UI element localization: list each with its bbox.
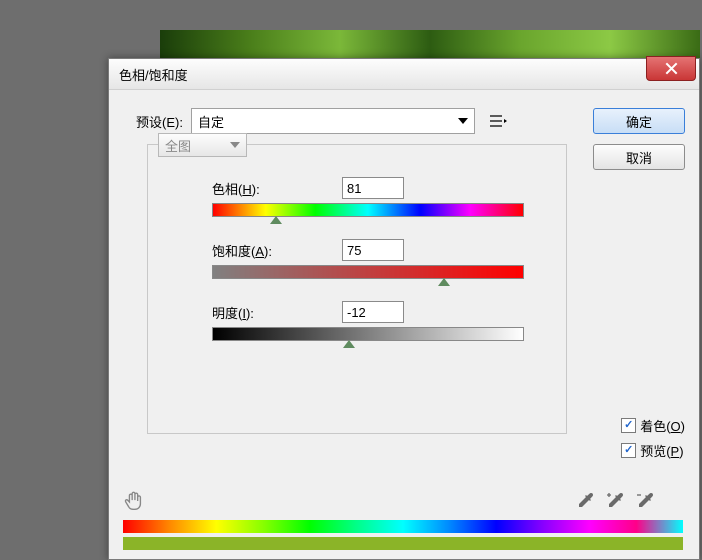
- lightness-thumb[interactable]: [343, 340, 355, 348]
- caret-down-icon: [458, 118, 468, 124]
- lightness-label: 明度(I):: [212, 303, 342, 322]
- range-select[interactable]: 全图: [158, 133, 247, 157]
- cancel-button[interactable]: 取消: [593, 144, 685, 170]
- bottom-area: [123, 490, 685, 550]
- close-icon: [665, 62, 678, 75]
- spectrum-bars: [123, 520, 685, 550]
- saturation-input[interactable]: [342, 239, 404, 261]
- titlebar[interactable]: 色相/饱和度: [109, 59, 699, 90]
- checkbox-group: 着色(O) 预览(P): [621, 416, 685, 460]
- preview-label: 预览(P): [640, 441, 683, 460]
- hue-label: 色相(H):: [212, 179, 342, 198]
- colorize-label: 着色(O): [640, 416, 685, 435]
- preset-value: 自定: [198, 112, 224, 131]
- hue-track: [212, 203, 524, 217]
- colorize-row: 着色(O): [621, 416, 685, 435]
- preset-select[interactable]: 自定: [191, 108, 475, 134]
- params-fieldset: 全图 色相(H): 饱和度(A): 明度(I):: [147, 144, 567, 434]
- eyedropper-subtract-icon[interactable]: [635, 491, 655, 511]
- preset-label: 预设(E):: [123, 112, 183, 131]
- saturation-slider[interactable]: [212, 265, 542, 283]
- eyedropper-group: [575, 491, 655, 511]
- dialog-title: 色相/饱和度: [119, 65, 188, 84]
- saturation-track: [212, 265, 524, 279]
- hue-row: 色相(H):: [212, 177, 552, 199]
- lightness-track: [212, 327, 524, 341]
- colorize-checkbox[interactable]: [621, 418, 636, 433]
- output-spectrum: [123, 537, 683, 550]
- lightness-input[interactable]: [342, 301, 404, 323]
- dialog-content: 预设(E): 自定 确定 取消 全图 色相(H):: [109, 90, 699, 560]
- input-spectrum[interactable]: [123, 520, 683, 533]
- lightness-row: 明度(I):: [212, 301, 552, 323]
- preset-menu-icon[interactable]: [489, 114, 507, 128]
- range-value: 全图: [165, 136, 191, 155]
- caret-down-icon: [230, 142, 240, 148]
- saturation-row: 饱和度(A):: [212, 239, 552, 261]
- saturation-thumb[interactable]: [438, 278, 450, 286]
- saturation-label: 饱和度(A):: [212, 241, 342, 260]
- eyedropper-add-icon[interactable]: [605, 491, 625, 511]
- ok-button[interactable]: 确定: [593, 108, 685, 134]
- hue-thumb[interactable]: [270, 216, 282, 224]
- preview-checkbox[interactable]: [621, 443, 636, 458]
- hue-slider[interactable]: [212, 203, 542, 221]
- eyedropper-icon[interactable]: [575, 491, 595, 511]
- button-column: 确定 取消: [593, 108, 685, 180]
- preview-row: 预览(P): [621, 441, 685, 460]
- hue-input[interactable]: [342, 177, 404, 199]
- lightness-slider[interactable]: [212, 327, 542, 345]
- hue-saturation-dialog: 色相/饱和度 预设(E): 自定 确定 取消 全图 色相(H):: [108, 58, 700, 560]
- close-button[interactable]: [646, 56, 696, 81]
- tools-row: [123, 490, 685, 512]
- hand-tool-icon[interactable]: [123, 490, 145, 512]
